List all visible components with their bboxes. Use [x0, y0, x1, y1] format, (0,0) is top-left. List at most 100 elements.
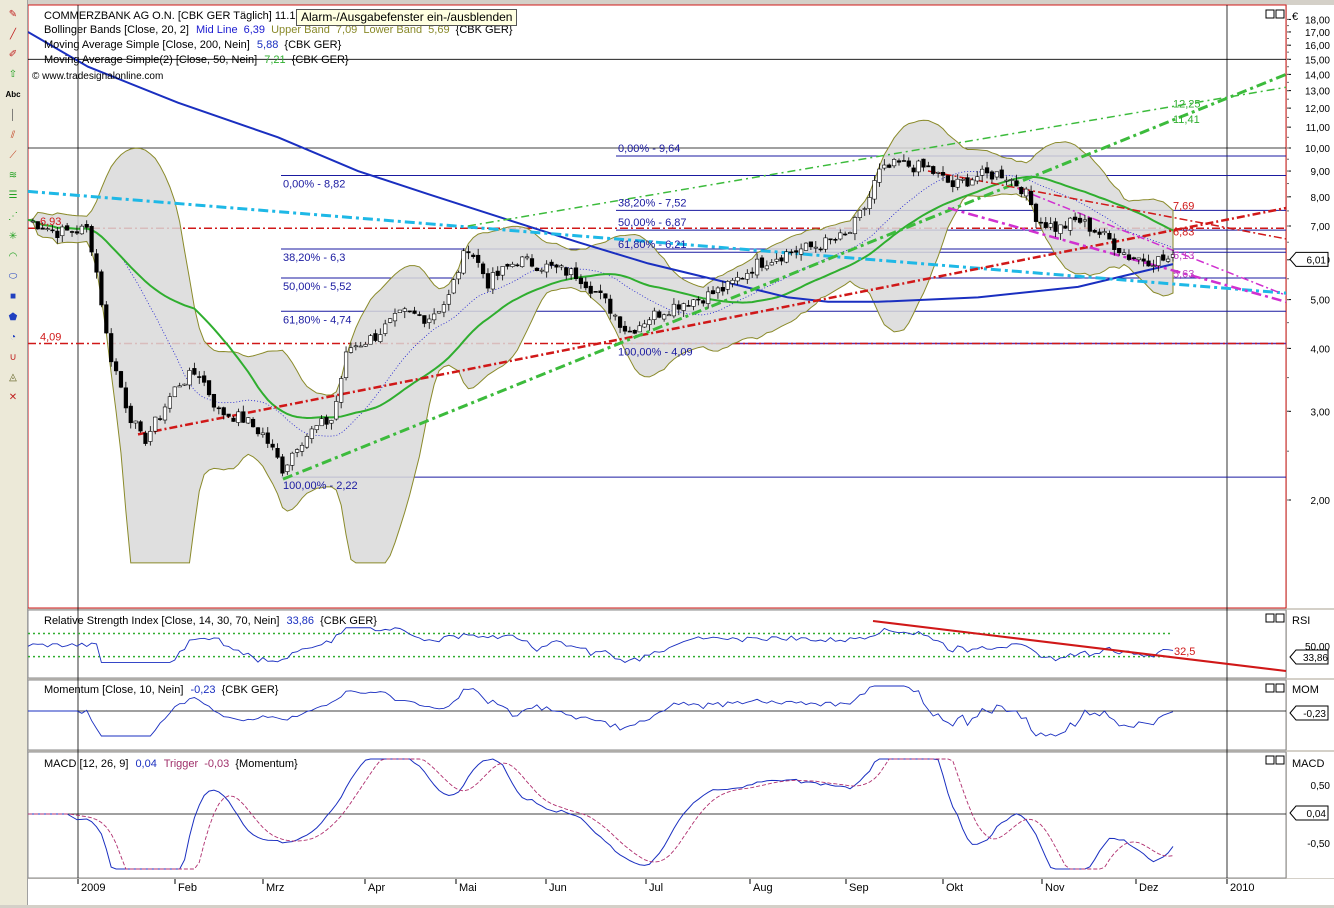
candle-body [1093, 230, 1097, 232]
candle-body [883, 165, 887, 168]
candle-body [765, 266, 769, 269]
candle-body [1152, 266, 1156, 267]
candle-body [550, 262, 554, 265]
panel-restore-button[interactable] [1266, 684, 1274, 692]
vertical-line-icon[interactable]: │ [4, 107, 22, 123]
drawing-toolbar: ✎ ╱ ✐ ⇧ Abc │ ⫽ ⟋ ≋ ☰ ⋰ ✳ ◠ ⬭ ■ ⬟ ◔ ∪ ◬ ✕ [0, 0, 28, 905]
fib-left-label: 38,20% - 6,3 [283, 252, 345, 264]
candle-body [545, 264, 549, 272]
panel-restore-button[interactable] [1266, 756, 1274, 764]
candle-body [423, 316, 427, 324]
rectangle-icon[interactable]: ■ [4, 289, 22, 305]
parallel-lines-icon[interactable]: ⫽ [4, 127, 22, 143]
x-tick-label: Jul [649, 882, 663, 894]
arrow-up-icon[interactable]: ⇧ [4, 67, 22, 83]
candle-body [476, 255, 480, 262]
polygon-icon[interactable]: ⬟ [4, 309, 22, 325]
candle-body [398, 310, 402, 313]
macd-panel-bg [28, 752, 1286, 878]
legend-momentum[interactable]: Momentum [Close, 10, Nein] -0,23 {CBK GE… [44, 684, 279, 696]
candle-body [1112, 239, 1116, 250]
candle-body [780, 258, 784, 261]
x-tick-label: 2009 [81, 882, 105, 894]
candle-body [936, 172, 940, 173]
candle-body [790, 252, 794, 253]
panel-close-button[interactable] [1276, 684, 1284, 692]
panel-close-button[interactable] [1276, 614, 1284, 622]
rsi-trend-label: 32,5 [1174, 646, 1195, 658]
candle-body [604, 294, 608, 298]
candle-body [1000, 170, 1004, 178]
magnet-icon[interactable]: ∪ [4, 349, 22, 365]
x-tick-label: 2010 [1230, 882, 1254, 894]
fib-right-label: 61,80% - 6,21 [618, 239, 687, 251]
legend-macd[interactable]: MACD [12, 26, 9] 0,04 Trigger -0,03 {Mom… [44, 758, 298, 770]
pen-red-icon[interactable]: ✐ [4, 46, 22, 62]
candle-body [100, 272, 104, 305]
candle-body [667, 315, 671, 316]
ellipse-icon[interactable]: ⬭ [4, 269, 22, 285]
measure-icon[interactable]: ◬ [4, 370, 22, 386]
fib-left-label: 100,00% - 2,22 [283, 480, 358, 492]
candle-body [212, 394, 216, 407]
legend-rsi[interactable]: Relative Strength Index [Close, 14, 30, … [44, 615, 377, 627]
candle-body [951, 181, 955, 187]
panel-close-button[interactable] [1276, 10, 1284, 18]
price-tick-label: 9,00 [1311, 167, 1331, 178]
hline-label: 4,09 [40, 332, 61, 344]
candle-body [134, 421, 138, 423]
candle-body [486, 274, 490, 289]
pencil-icon[interactable]: ✎ [4, 6, 22, 22]
candle-body [701, 301, 705, 304]
panel-restore-button[interactable] [1266, 10, 1274, 18]
candle-body [1020, 187, 1024, 194]
candle-body [281, 457, 285, 473]
price-tick-label: 12,00 [1305, 104, 1330, 115]
macd-current-label: 0,04 [1307, 809, 1327, 820]
arc-icon[interactable]: ◠ [4, 248, 22, 264]
eraser-icon[interactable]: ✕ [4, 390, 22, 406]
candle-body [687, 305, 691, 306]
candle-body [119, 371, 123, 387]
candle-body [1117, 248, 1121, 252]
fibonacci-fan-icon[interactable]: ⋰ [4, 208, 22, 224]
candle-body [540, 270, 544, 271]
fib-right-label: 50,00% - 6,87 [618, 217, 687, 229]
legend-ma200[interactable]: Moving Average Simple [Close, 200, Nein]… [44, 39, 342, 51]
candle-body [408, 311, 412, 312]
candle-body [931, 166, 935, 173]
pie-icon[interactable]: ◔ [4, 329, 22, 345]
fib-right-label: 38,20% - 7,52 [618, 197, 687, 209]
candle-body [305, 436, 309, 447]
rsi-axis-name: RSI [1292, 615, 1310, 627]
chart-svg: 18,0017,0016,0015,0014,0013,0012,0011,00… [28, 0, 1334, 905]
panel-restore-button[interactable] [1266, 614, 1274, 622]
fibonacci-icon[interactable]: ☰ [4, 188, 22, 204]
candle-body [144, 433, 148, 444]
gann-icon[interactable]: ✳ [4, 228, 22, 244]
trend-channel-icon[interactable]: ≋ [4, 168, 22, 184]
candle-body [838, 233, 842, 239]
candle-body [1088, 218, 1092, 232]
channel-icon[interactable]: ⟋ [4, 147, 22, 163]
panel-close-button[interactable] [1276, 756, 1284, 764]
candle-body [374, 334, 378, 341]
candle-body [183, 384, 187, 385]
text-icon[interactable]: Abc [4, 87, 22, 103]
candle-body [173, 387, 177, 397]
candle-body [941, 172, 945, 175]
candle-body [437, 311, 441, 313]
line-icon[interactable]: ╱ [4, 26, 22, 42]
candle-body [814, 247, 818, 248]
candle-body [711, 291, 715, 294]
mom-current-label: -0,23 [1303, 709, 1326, 720]
candle-body [755, 259, 759, 275]
x-tick-label: Jun [549, 882, 567, 894]
candle-body [1166, 259, 1170, 261]
candle-body [985, 168, 989, 173]
legend-ma50[interactable]: Moving Average Simple(2) [Close, 50, Nei… [44, 54, 349, 66]
candle-body [261, 433, 265, 435]
macd-axis-name: MACD [1292, 758, 1324, 770]
candle-body [232, 418, 236, 421]
candle-body [995, 172, 999, 177]
